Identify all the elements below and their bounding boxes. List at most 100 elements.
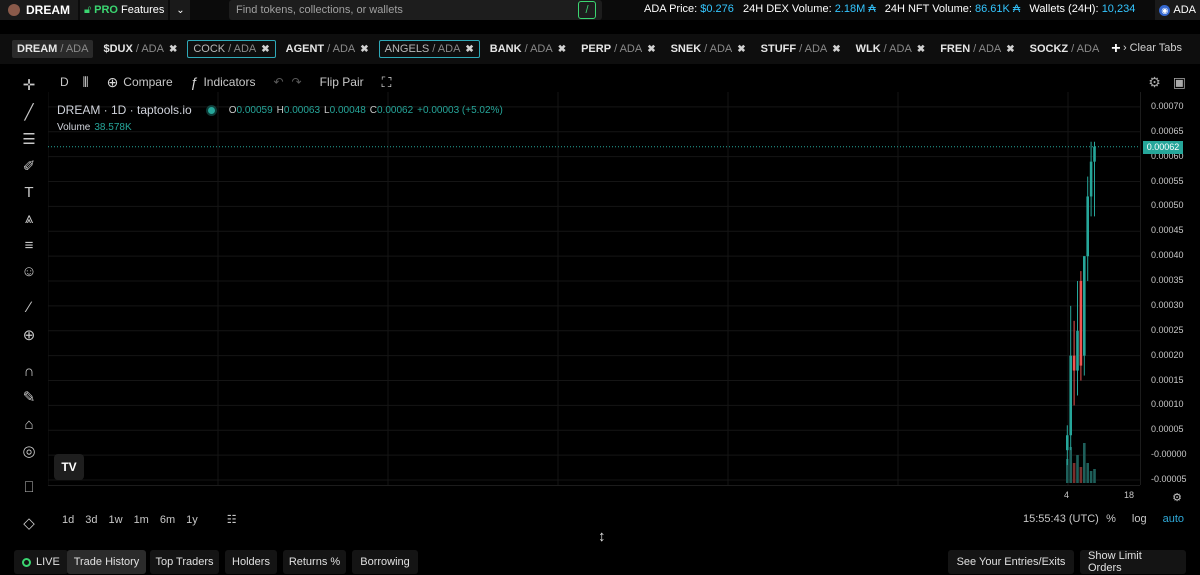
chevron-down-icon[interactable]: ⌄ [170,0,191,20]
add-tab-icon[interactable]: + [1111,40,1120,58]
search-input[interactable] [236,4,566,16]
brand-switcher[interactable]: DREAM [0,0,78,20]
tradingview-logo[interactable]: TV [54,454,84,480]
close-icon[interactable]: ✖ [647,44,655,55]
trash-icon[interactable]: ⎕ [14,478,44,498]
bottom-tab-top-traders[interactable]: Top Traders [150,550,219,574]
undo-button[interactable]: ↶ [273,75,283,89]
bottom-panel-tabs: LIVE Trade History Top Traders Holders Retur… [0,545,1200,575]
pair-tab-agent[interactable]: AGENT / ADA ✖ [281,40,374,58]
range-button-6m[interactable]: 6m [160,514,175,526]
series-title: DREAM · 1D · taptools.io [57,103,192,117]
crosshair-icon[interactable]: ✛ [14,76,44,96]
interval-button[interactable]: D [60,75,69,89]
ohlc-values: O0.00059 H0.00063 L0.00048 C0.00062 +0.0… [229,105,503,116]
trend-line-icon[interactable]: ╱ [14,103,44,123]
bottom-tab-borrowing[interactable]: Borrowing [352,550,418,574]
text-icon[interactable]: T [14,183,44,203]
current-price-label: 0.00062 [1143,140,1183,154]
layers-icon[interactable]: ◇ [14,514,44,534]
pair-tab-wlk[interactable]: WLK / ADA ✖ [851,40,931,58]
time-scale[interactable]: ⚙ 4 18 [48,485,1182,505]
bottom-tab-returns[interactable]: Returns % [283,550,346,574]
zoom-in-icon[interactable]: ⊕ [14,326,44,346]
pair-tab-sockz[interactable]: SOCKZ / ADA [1025,40,1105,58]
price-tick: 0.00020 [1151,349,1184,360]
pattern-icon[interactable]: ⩓ [14,209,44,229]
lock-drawing-icon[interactable]: ✎ [14,388,44,408]
brush-icon[interactable]: ✐ [14,157,44,177]
pair-tab-symbol: AGENT [285,43,325,55]
close-icon[interactable]: ✖ [1006,44,1014,55]
range-button-1w[interactable]: 1w [109,514,123,526]
show-limit-orders-button[interactable]: Show Limit Orders [1080,550,1186,574]
pair-tab-stuff[interactable]: STUFF / ADA ✖ [756,40,846,58]
compare-button[interactable]: ⊕ Compare [107,74,173,91]
currency-selector[interactable]: ◉ ADA [1155,0,1200,20]
pair-tab-angels[interactable]: ANGELS / ADA ✖ [378,40,480,58]
pair-tab-bank[interactable]: BANK / ADA ✖ [485,40,571,58]
lock-icon: 🔓︎ [84,3,92,16]
pair-tab-dux[interactable]: $DUX / ADA ✖ [98,40,182,58]
range-button-1m[interactable]: 1m [134,514,149,526]
settings-icon[interactable]: ⚙ [1148,74,1161,91]
indicators-button[interactable]: ƒ Indicators [191,74,256,90]
bottom-tab-trade-history[interactable]: Trade History [67,550,146,574]
camera-icon[interactable]: ▣ [1173,74,1186,91]
fullscreen-button[interactable]: ⛶ [382,74,392,91]
close-icon[interactable]: ✖ [832,44,840,55]
price-tick: 0.00025 [1151,324,1184,335]
eye-icon[interactable]: ◎ [14,442,44,462]
close-icon[interactable]: ✖ [558,44,566,55]
bottom-tab-holders[interactable]: Holders [225,550,277,574]
search-box: / [229,0,602,20]
scale-option-percent[interactable]: % [1106,513,1116,525]
volume-bar [1072,463,1076,483]
pair-tab-fren[interactable]: FREN / ADA ✖ [935,40,1019,58]
high-key: H [276,104,284,116]
close-icon[interactable]: ✖ [360,44,368,55]
range-button-1y[interactable]: 1y [186,514,198,526]
magnet-icon[interactable]: ∩ [14,362,44,382]
live-toggle[interactable]: LIVE [14,550,68,574]
flip-pair-label: Flip Pair [319,75,364,89]
scale-option-auto[interactable]: auto [1163,513,1184,525]
redo-button[interactable]: ↷ [292,75,302,89]
close-icon[interactable]: ✖ [169,44,177,55]
ruler-icon[interactable]: ∕ [14,298,44,318]
market-stats: ADA Price: $0.276 24H DEX Volume: 2.18M … [644,3,1135,15]
range-button-3d[interactable]: 3d [85,514,97,526]
lock-icon[interactable]: ⌂ [14,415,44,435]
time-scale-settings-icon[interactable]: ⚙ [1172,491,1182,504]
close-icon[interactable]: ✖ [261,44,269,55]
forecast-icon[interactable]: ≡ [14,236,44,256]
fib-lines-icon[interactable]: ☰ [14,130,44,150]
pair-tab-symbol: $DUX [103,43,133,55]
candle-body [1086,196,1089,257]
scale-option-log[interactable]: log [1132,513,1147,525]
price-chart[interactable] [48,92,1140,485]
pair-tab-cock[interactable]: COCK / ADA ✖ [187,40,276,58]
close-icon[interactable]: ✖ [737,44,745,55]
function-icon: ƒ [190,74,199,90]
chart-legend: DREAM · 1D · taptools.io O0.00059 H0.000… [57,103,503,117]
pair-tab-perp[interactable]: PERP / ADA ✖ [576,40,660,58]
pro-features-button[interactable]: 🔓︎ PRO Features [80,0,169,20]
see-entries-exits-button[interactable]: See Your Entries/Exits [948,550,1074,574]
date-range-icon[interactable]: ☷ [227,513,237,526]
emoji-icon[interactable]: ☺ [14,262,44,282]
pair-tab-dream[interactable]: DREAM / ADA [12,40,94,58]
chart-type-button[interactable]: ⫴ [83,74,89,91]
price-tick: 0.00010 [1151,399,1184,410]
close-icon[interactable]: ✖ [917,44,925,55]
cardano-icon: ◉ [1159,4,1171,16]
flip-pair-button[interactable]: Flip Pair [320,75,364,89]
range-button-1d[interactable]: 1d [62,514,74,526]
resize-handle-icon[interactable]: ↕ [598,528,606,545]
price-tick: 0.00050 [1151,200,1184,211]
clear-tabs-button[interactable]: › Clear Tabs [1123,42,1182,54]
price-scale[interactable]: 0.00070 0.00065 0.00060 0.00055 0.00050 0.000… [1140,92,1200,485]
pair-tab-snek[interactable]: SNEK / ADA ✖ [666,40,751,58]
close-icon[interactable]: ✖ [465,44,473,55]
pair-tab-symbol: SOCKZ [1029,43,1069,55]
